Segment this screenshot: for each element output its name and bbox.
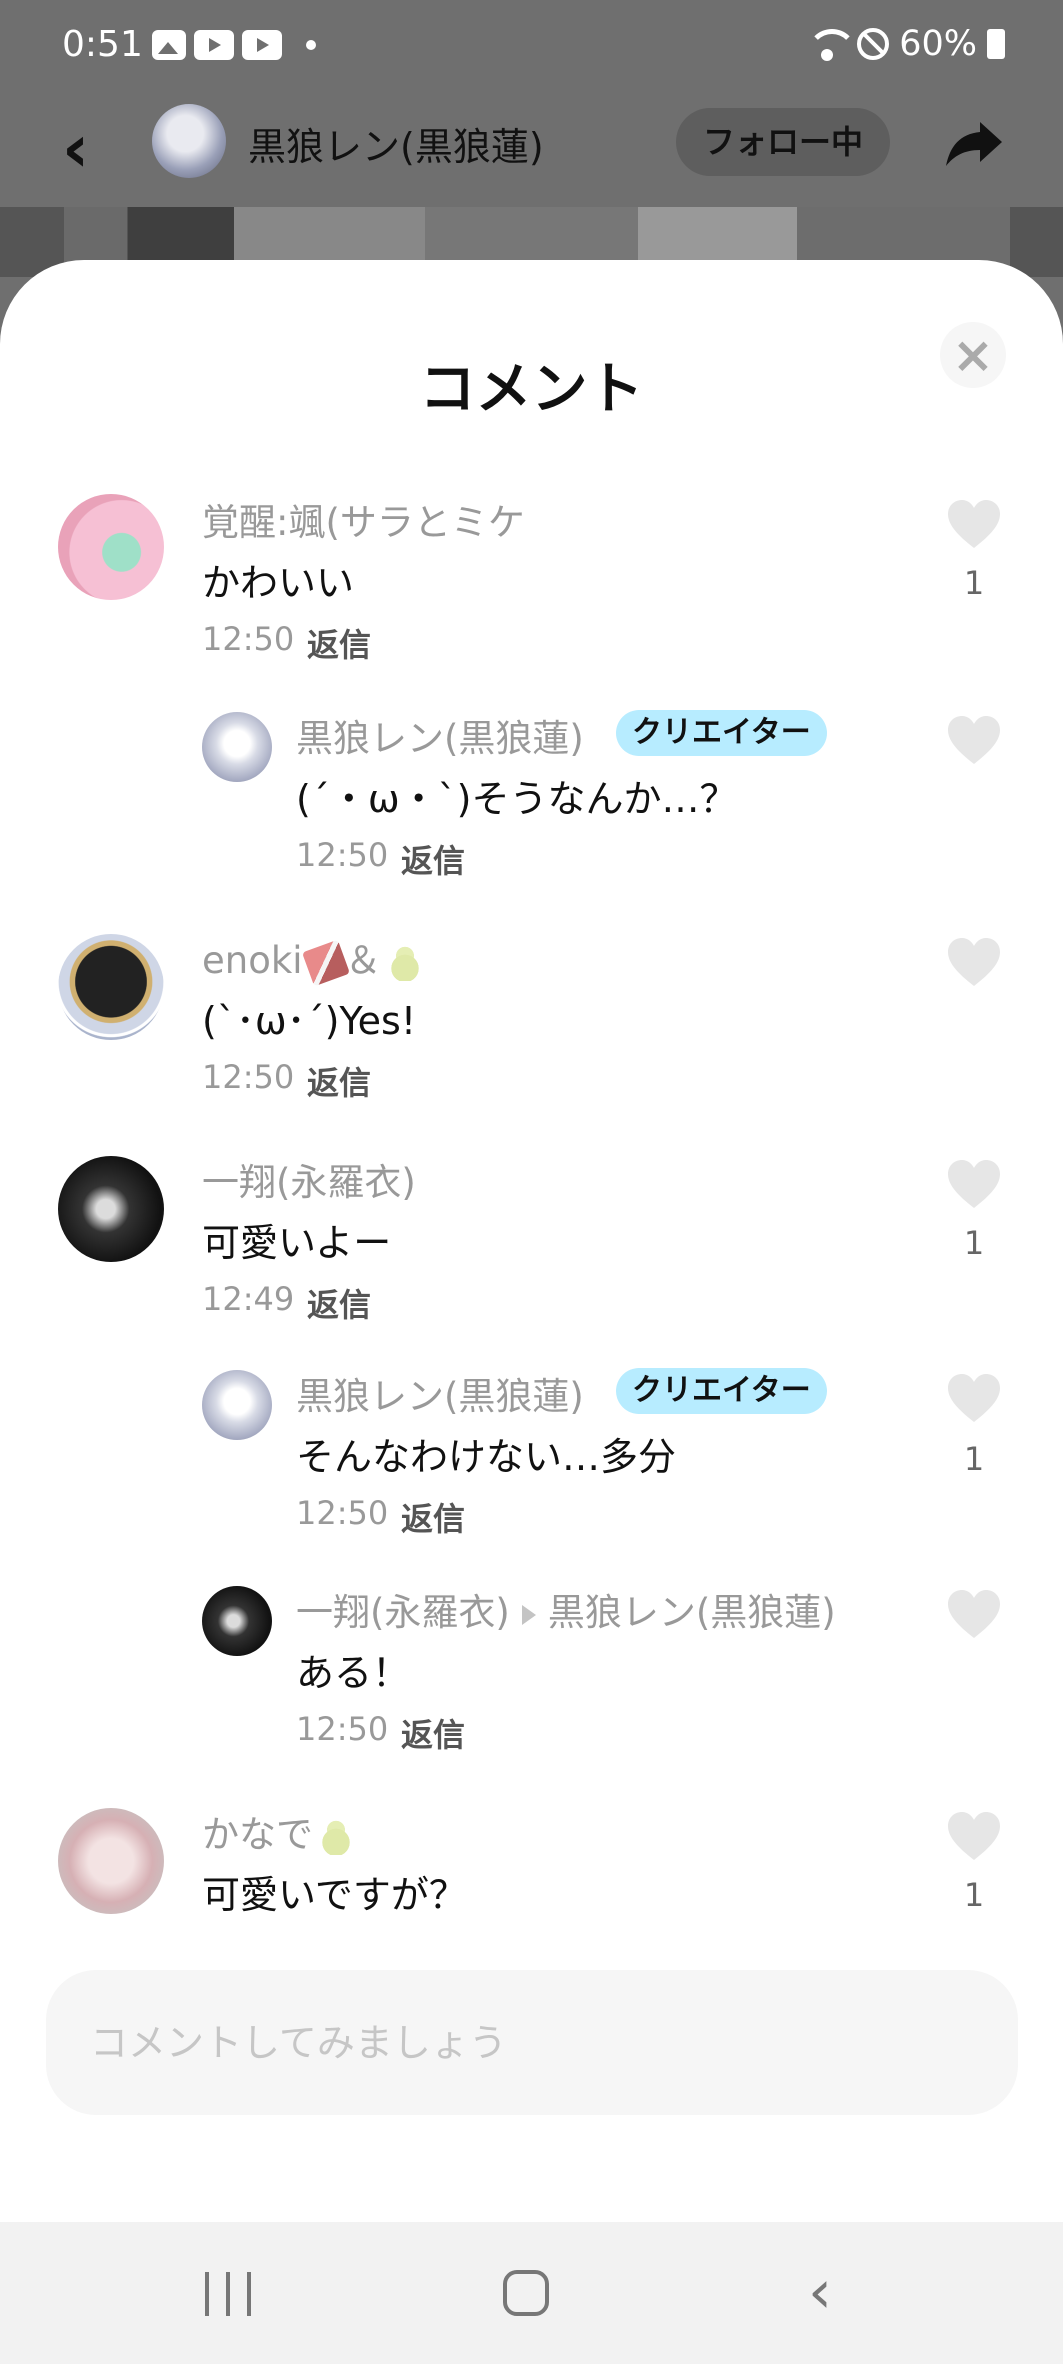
- battery-percentage: 60%: [899, 24, 977, 64]
- heart-icon[interactable]: [946, 1372, 1002, 1424]
- creator-name[interactable]: 黒狼レン(黒狼蓮): [248, 116, 544, 171]
- back-button[interactable]: ‹: [62, 114, 112, 184]
- app-header: ‹ 黒狼レン(黒狼蓮) フォロー中: [0, 92, 1063, 207]
- comment-author[interactable]: 一翔(永羅衣): [202, 1152, 416, 1206]
- do-not-disturb-icon: [857, 28, 890, 60]
- creator-avatar[interactable]: [152, 104, 226, 178]
- comment-author[interactable]: 覚醒:颯(サラとミケ: [202, 492, 525, 546]
- comment-author[interactable]: 黒狼レン(黒狼蓮): [296, 708, 584, 762]
- reply-button[interactable]: 返信: [307, 1058, 371, 1104]
- creator-badge: クリエイター: [616, 1368, 827, 1414]
- gallery-icon: [152, 30, 186, 60]
- comment-text: そんなわけない…多分: [296, 1435, 677, 1479]
- follow-button[interactable]: フォロー中: [676, 108, 890, 176]
- comment-time: 12:49: [202, 1280, 295, 1318]
- comment-text: (`･ω･´)Yes!: [202, 999, 417, 1043]
- youtube-icon: [242, 30, 282, 60]
- heart-icon[interactable]: [946, 1810, 1002, 1862]
- avatar[interactable]: [202, 1586, 272, 1656]
- comment-text: 可愛いですが？: [202, 1873, 467, 1917]
- status-time: 0:51: [62, 24, 143, 65]
- reply-button[interactable]: 返信: [307, 620, 371, 666]
- comment-text: かわいい: [202, 561, 355, 605]
- system-nav-bar: ‹: [0, 2222, 1063, 2364]
- comment-input-box: [46, 1970, 1018, 2115]
- recent-apps-icon[interactable]: [205, 2272, 251, 2316]
- sheet-title: コメント: [419, 357, 644, 422]
- reply-button[interactable]: 返信: [401, 836, 465, 882]
- heart-icon[interactable]: [946, 714, 1002, 766]
- pear-emoji-icon: [317, 1818, 355, 1855]
- avatar[interactable]: [202, 712, 272, 782]
- comment-text: 可愛いよー: [202, 1221, 392, 1265]
- comment-author[interactable]: 一翔(永羅衣) 黒狼レン(黒狼蓮): [296, 1582, 836, 1636]
- comment-author[interactable]: enoki ＆: [202, 930, 424, 986]
- comment-author[interactable]: かなで: [202, 1804, 355, 1858]
- status-bar: 0:51 60%: [0, 0, 1063, 92]
- reply-arrow-icon: [521, 1604, 536, 1625]
- avatar[interactable]: [202, 1370, 272, 1440]
- comment-time: 12:50: [296, 1710, 389, 1748]
- heart-icon[interactable]: [946, 936, 1002, 988]
- comment-time: 12:50: [202, 620, 295, 658]
- like-count: 1: [963, 1224, 985, 1262]
- like-count: 1: [963, 1440, 985, 1478]
- author-name: 一翔(永羅衣): [296, 1591, 510, 1634]
- comment-time: 12:50: [296, 1494, 389, 1532]
- comment-input[interactable]: [90, 1970, 970, 2115]
- author-name-suffix: ＆: [344, 939, 382, 982]
- share-icon[interactable]: [944, 118, 1004, 168]
- wifi-icon: [807, 27, 858, 61]
- reply-button[interactable]: 返信: [401, 1494, 465, 1540]
- avatar[interactable]: [58, 934, 164, 1040]
- comment-text: ある！: [296, 1651, 411, 1695]
- comment-time: 12:50: [202, 1058, 295, 1096]
- nav-back-icon[interactable]: ‹: [808, 2262, 848, 2322]
- reply-target-name: 黒狼レン(黒狼蓮): [547, 1591, 836, 1634]
- battery-icon: [987, 29, 1005, 59]
- comment-text: (´・ω・`)そうなんか…？: [296, 777, 738, 821]
- like-count: 1: [963, 564, 985, 602]
- notification-icons: [152, 30, 316, 60]
- more-notifications-dot-icon: [306, 40, 316, 50]
- heart-icon[interactable]: [946, 1158, 1002, 1210]
- reply-button[interactable]: 返信: [401, 1710, 465, 1756]
- heart-icon[interactable]: [946, 1588, 1002, 1640]
- comment-time: 12:50: [296, 836, 389, 874]
- home-icon[interactable]: [503, 2270, 549, 2316]
- heart-icon[interactable]: [946, 498, 1002, 550]
- avatar[interactable]: [58, 1808, 164, 1914]
- reply-button[interactable]: 返信: [307, 1280, 371, 1326]
- comment-author[interactable]: 黒狼レン(黒狼蓮): [296, 1366, 584, 1420]
- avatar[interactable]: [58, 494, 164, 600]
- comment-sheet: コメント × 覚醒:颯(サラとミケ かわいい 12:50 返信 1 黒狼レン(黒…: [0, 260, 1063, 2222]
- pear-emoji-icon: [385, 944, 424, 981]
- avatar[interactable]: [58, 1156, 164, 1262]
- close-icon[interactable]: ×: [940, 322, 1006, 388]
- like-count: 1: [963, 1876, 985, 1914]
- creator-badge: クリエイター: [616, 710, 827, 756]
- chocolate-emoji-icon: [301, 939, 350, 986]
- author-name: かなで: [202, 1813, 313, 1856]
- author-name: enoki: [202, 939, 303, 982]
- status-right: 60%: [807, 24, 1005, 64]
- youtube-icon: [194, 30, 234, 60]
